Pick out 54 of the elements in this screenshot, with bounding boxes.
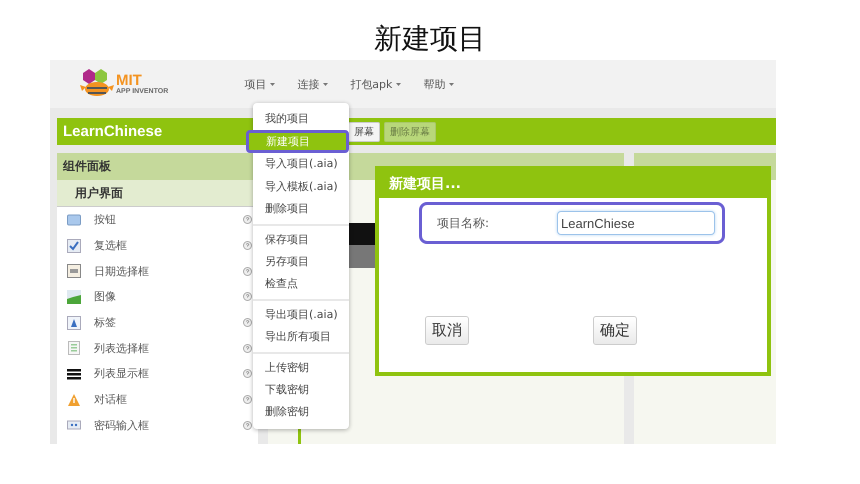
date-component-icon <box>67 264 81 278</box>
menu-item[interactable]: 删除密钥 <box>253 401 349 424</box>
help-icon[interactable] <box>243 215 252 224</box>
field-label: 项目名称: <box>437 214 490 232</box>
menu-item[interactable]: 另存项目 <box>253 250 349 274</box>
help-icon[interactable] <box>243 292 252 302</box>
component-item[interactable]: 日期选择框 <box>94 264 243 279</box>
menu-item[interactable]: 导出项目(.aia) <box>253 304 349 326</box>
caret-icon <box>270 82 276 86</box>
menu-item[interactable]: 导出所有项目 <box>253 326 349 349</box>
logo-title: MIT <box>116 73 142 88</box>
notifier-component-icon <box>67 392 81 407</box>
component-item[interactable]: 按钮 <box>94 212 243 228</box>
help-icon[interactable] <box>243 420 252 430</box>
component-item[interactable]: 密码输入框 <box>94 418 243 433</box>
menu-item[interactable]: 下载密钥 <box>253 378 349 402</box>
help-icon[interactable] <box>243 395 252 404</box>
menu-item[interactable]: 我的项目 <box>253 108 349 130</box>
component-item[interactable]: 标签 <box>94 315 243 330</box>
menu-item[interactable]: 上传密钥 <box>253 356 349 379</box>
checkbox-component-icon <box>67 238 81 253</box>
component-item[interactable]: 列表显示框 <box>94 366 243 382</box>
help-icon[interactable] <box>243 241 252 250</box>
image-component-icon <box>67 290 81 304</box>
password-component-icon <box>67 418 81 432</box>
project-name-field[interactable]: LearnChiese <box>557 211 715 235</box>
menu-item[interactable]: 检查点 <box>253 273 349 296</box>
listpicker-component-icon <box>67 341 81 356</box>
top-menu[interactable]: 帮助 <box>423 76 454 92</box>
screen-button[interactable]: 屏幕 <box>348 122 380 142</box>
help-icon[interactable] <box>243 266 252 276</box>
top-menu[interactable]: 连接 <box>297 76 328 92</box>
dialog-title: 新建项目... <box>379 170 767 198</box>
component-item[interactable]: 图像 <box>94 289 243 304</box>
component-item[interactable]: 列表选择框 <box>94 340 243 356</box>
help-icon[interactable] <box>243 344 252 353</box>
listview-component-icon <box>67 366 81 381</box>
help-icon[interactable] <box>243 369 252 378</box>
caret-icon <box>323 82 328 86</box>
slide-title: 新建项目 <box>373 21 487 57</box>
bee-logo-icon <box>80 69 114 99</box>
project-name: LearnChinese <box>63 123 162 140</box>
top-menu[interactable]: 项目 <box>244 76 276 92</box>
component-item[interactable]: 对话框 <box>94 392 243 408</box>
top-menu[interactable]: 打包apk <box>350 76 402 92</box>
dialog-button[interactable]: 确定 <box>593 316 637 345</box>
help-icon[interactable] <box>243 318 252 328</box>
button-component-icon <box>67 212 81 227</box>
component-item[interactable]: 复选框 <box>94 238 243 254</box>
dialog-button[interactable]: 取消 <box>425 316 469 345</box>
label-component-icon <box>67 316 81 330</box>
menu-item[interactable]: 保存项目 <box>253 228 349 251</box>
caret-icon <box>396 82 402 86</box>
caret-icon <box>449 82 454 86</box>
